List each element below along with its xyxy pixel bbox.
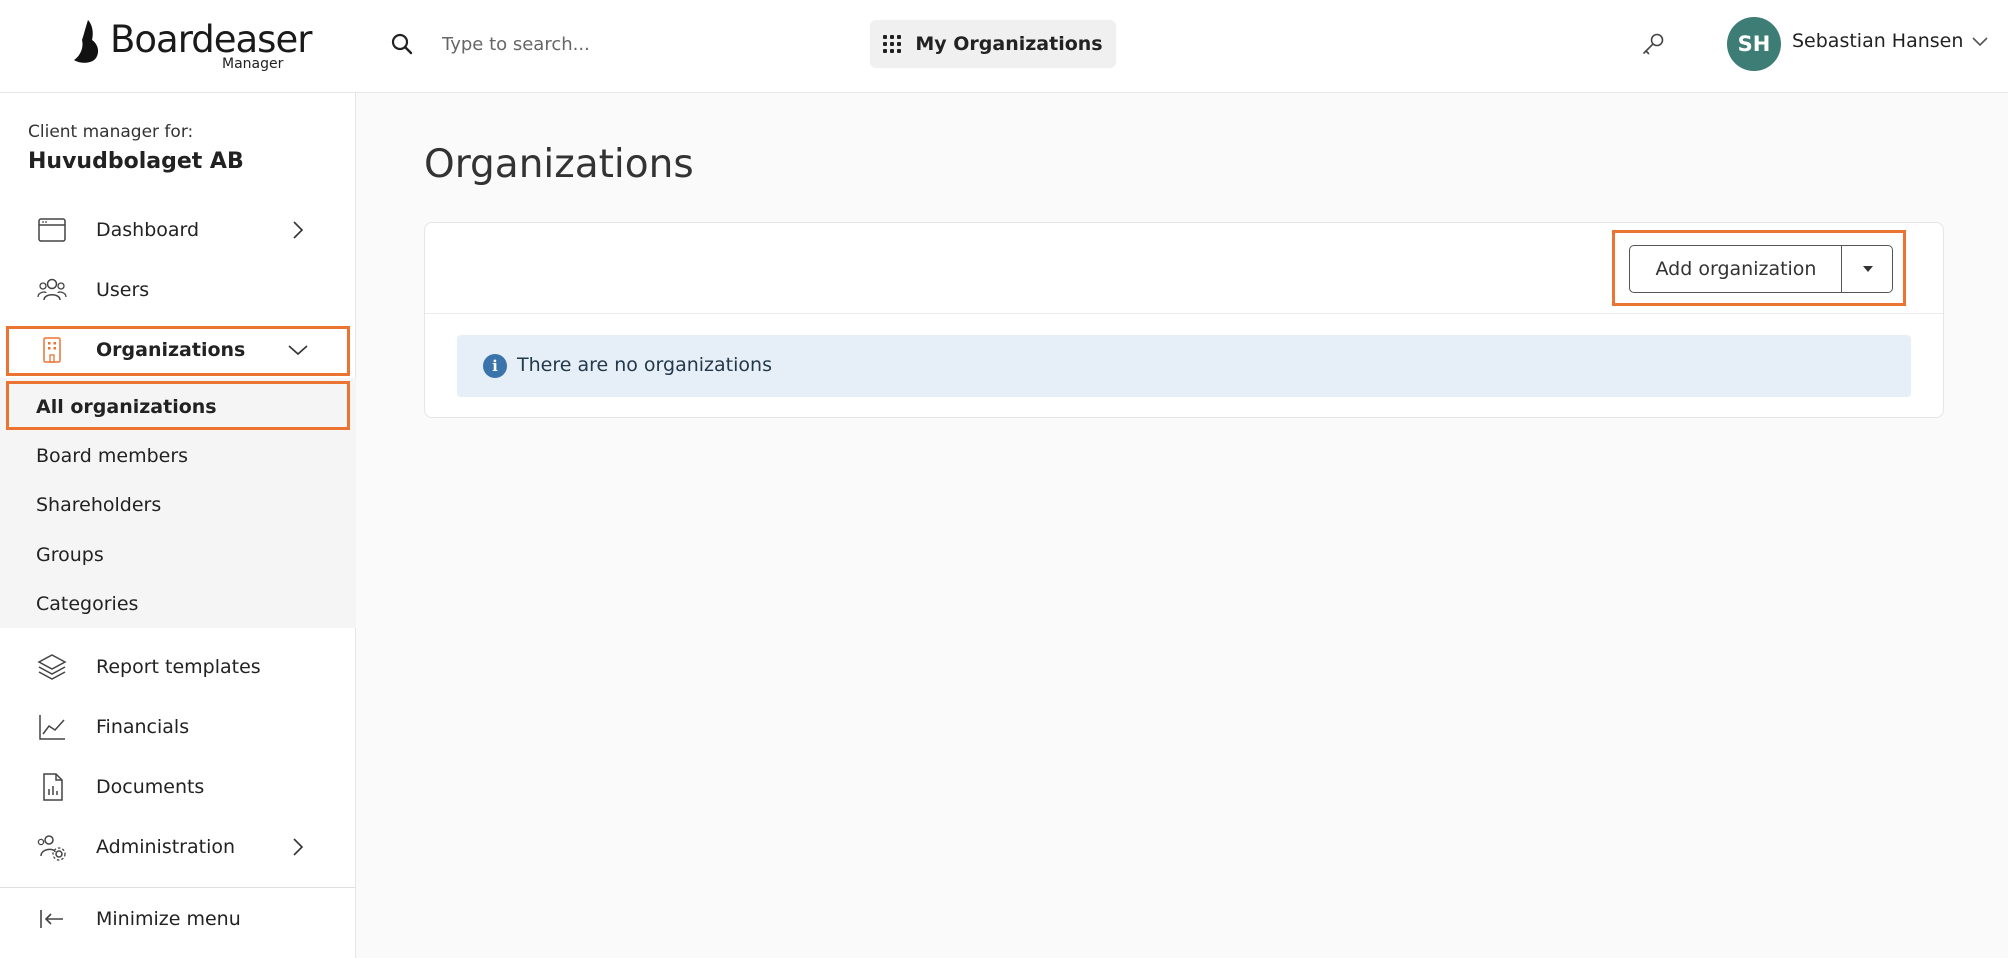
users-icon <box>37 278 67 301</box>
layers-icon <box>37 654 67 680</box>
sidebar-item-report-templates[interactable]: Report templates <box>0 637 356 697</box>
subnav-item-categories[interactable]: Categories <box>36 593 138 615</box>
users-gear-icon <box>37 835 66 861</box>
organizations-subnav: All organizations Board members Sharehol… <box>0 378 356 628</box>
document-chart-icon <box>43 773 63 801</box>
sidebar-item-label: Dashboard <box>96 219 200 241</box>
subnav-item-board-members[interactable]: Board members <box>36 445 188 467</box>
add-organization-button[interactable]: Add organization <box>1629 245 1843 293</box>
chevron-down-icon <box>288 345 308 356</box>
empty-state-message: There are no organizations <box>517 354 772 376</box>
browser-window-icon <box>38 218 66 242</box>
sidebar-item-financials[interactable]: Financials <box>0 697 356 757</box>
subnav-item-groups[interactable]: Groups <box>36 544 104 566</box>
subnav-item-shareholders[interactable]: Shareholders <box>36 494 161 516</box>
user-name[interactable]: Sebastian Hansen <box>1792 30 1963 52</box>
organizations-card: Add organization i There are no organiza… <box>424 222 1944 418</box>
sidebar-item-administration[interactable]: Administration <box>0 817 356 877</box>
sidebar: Client manager for: Huvudbolaget AB Dash… <box>0 93 356 958</box>
boardeaser-logo[interactable]: Boardeaser Manager <box>70 14 312 76</box>
sidebar-item-dashboard[interactable]: Dashboard <box>0 200 356 260</box>
sidebar-item-label: Administration <box>96 836 236 858</box>
chevron-right-icon <box>293 221 304 239</box>
sidebar-item-label: Financials <box>96 716 190 738</box>
logo-mark-icon <box>74 20 99 63</box>
sidebar-item-documents[interactable]: Documents <box>0 757 356 817</box>
card-divider <box>425 313 1943 314</box>
add-organization-dropdown-toggle[interactable] <box>1841 245 1893 293</box>
sidebar-divider <box>0 887 356 888</box>
key-icon[interactable] <box>1640 31 1666 57</box>
client-manager-label: Client manager for: <box>28 122 194 142</box>
info-icon: i <box>483 354 507 378</box>
chevron-right-icon <box>293 838 304 856</box>
sidebar-item-label: Users <box>96 279 150 301</box>
sidebar-item-organizations[interactable]: Organizations <box>0 320 356 380</box>
page-title: Organizations <box>424 142 694 187</box>
search-input[interactable] <box>430 26 810 62</box>
search-icon[interactable] <box>390 32 414 56</box>
my-organizations-button[interactable]: My Organizations <box>870 20 1116 68</box>
sidebar-item-users[interactable]: Users <box>0 260 356 320</box>
avatar-initials: SH <box>1737 32 1771 56</box>
sidebar-item-label: Organizations <box>96 339 246 361</box>
chevron-down-icon[interactable] <box>1970 34 1990 48</box>
top-bar: Boardeaser Manager My Organizations SH S… <box>0 0 2008 93</box>
sidebar-item-label: Report templates <box>96 656 261 678</box>
my-organizations-label: My Organizations <box>915 33 1103 55</box>
minimize-menu-button[interactable]: Minimize menu <box>0 889 356 949</box>
avatar[interactable]: SH <box>1727 17 1781 71</box>
collapse-left-icon <box>40 910 63 928</box>
minimize-menu-label: Minimize menu <box>96 908 241 930</box>
empty-state-alert: i There are no organizations <box>457 335 1911 397</box>
line-chart-icon <box>39 715 65 740</box>
brand-subtitle: Manager <box>222 56 284 72</box>
grid-icon <box>883 35 902 53</box>
client-name[interactable]: Huvudbolaget AB <box>28 149 244 174</box>
sidebar-item-label: Documents <box>96 776 205 798</box>
building-icon <box>43 337 61 363</box>
subnav-item-all-organizations[interactable]: All organizations <box>36 396 217 418</box>
